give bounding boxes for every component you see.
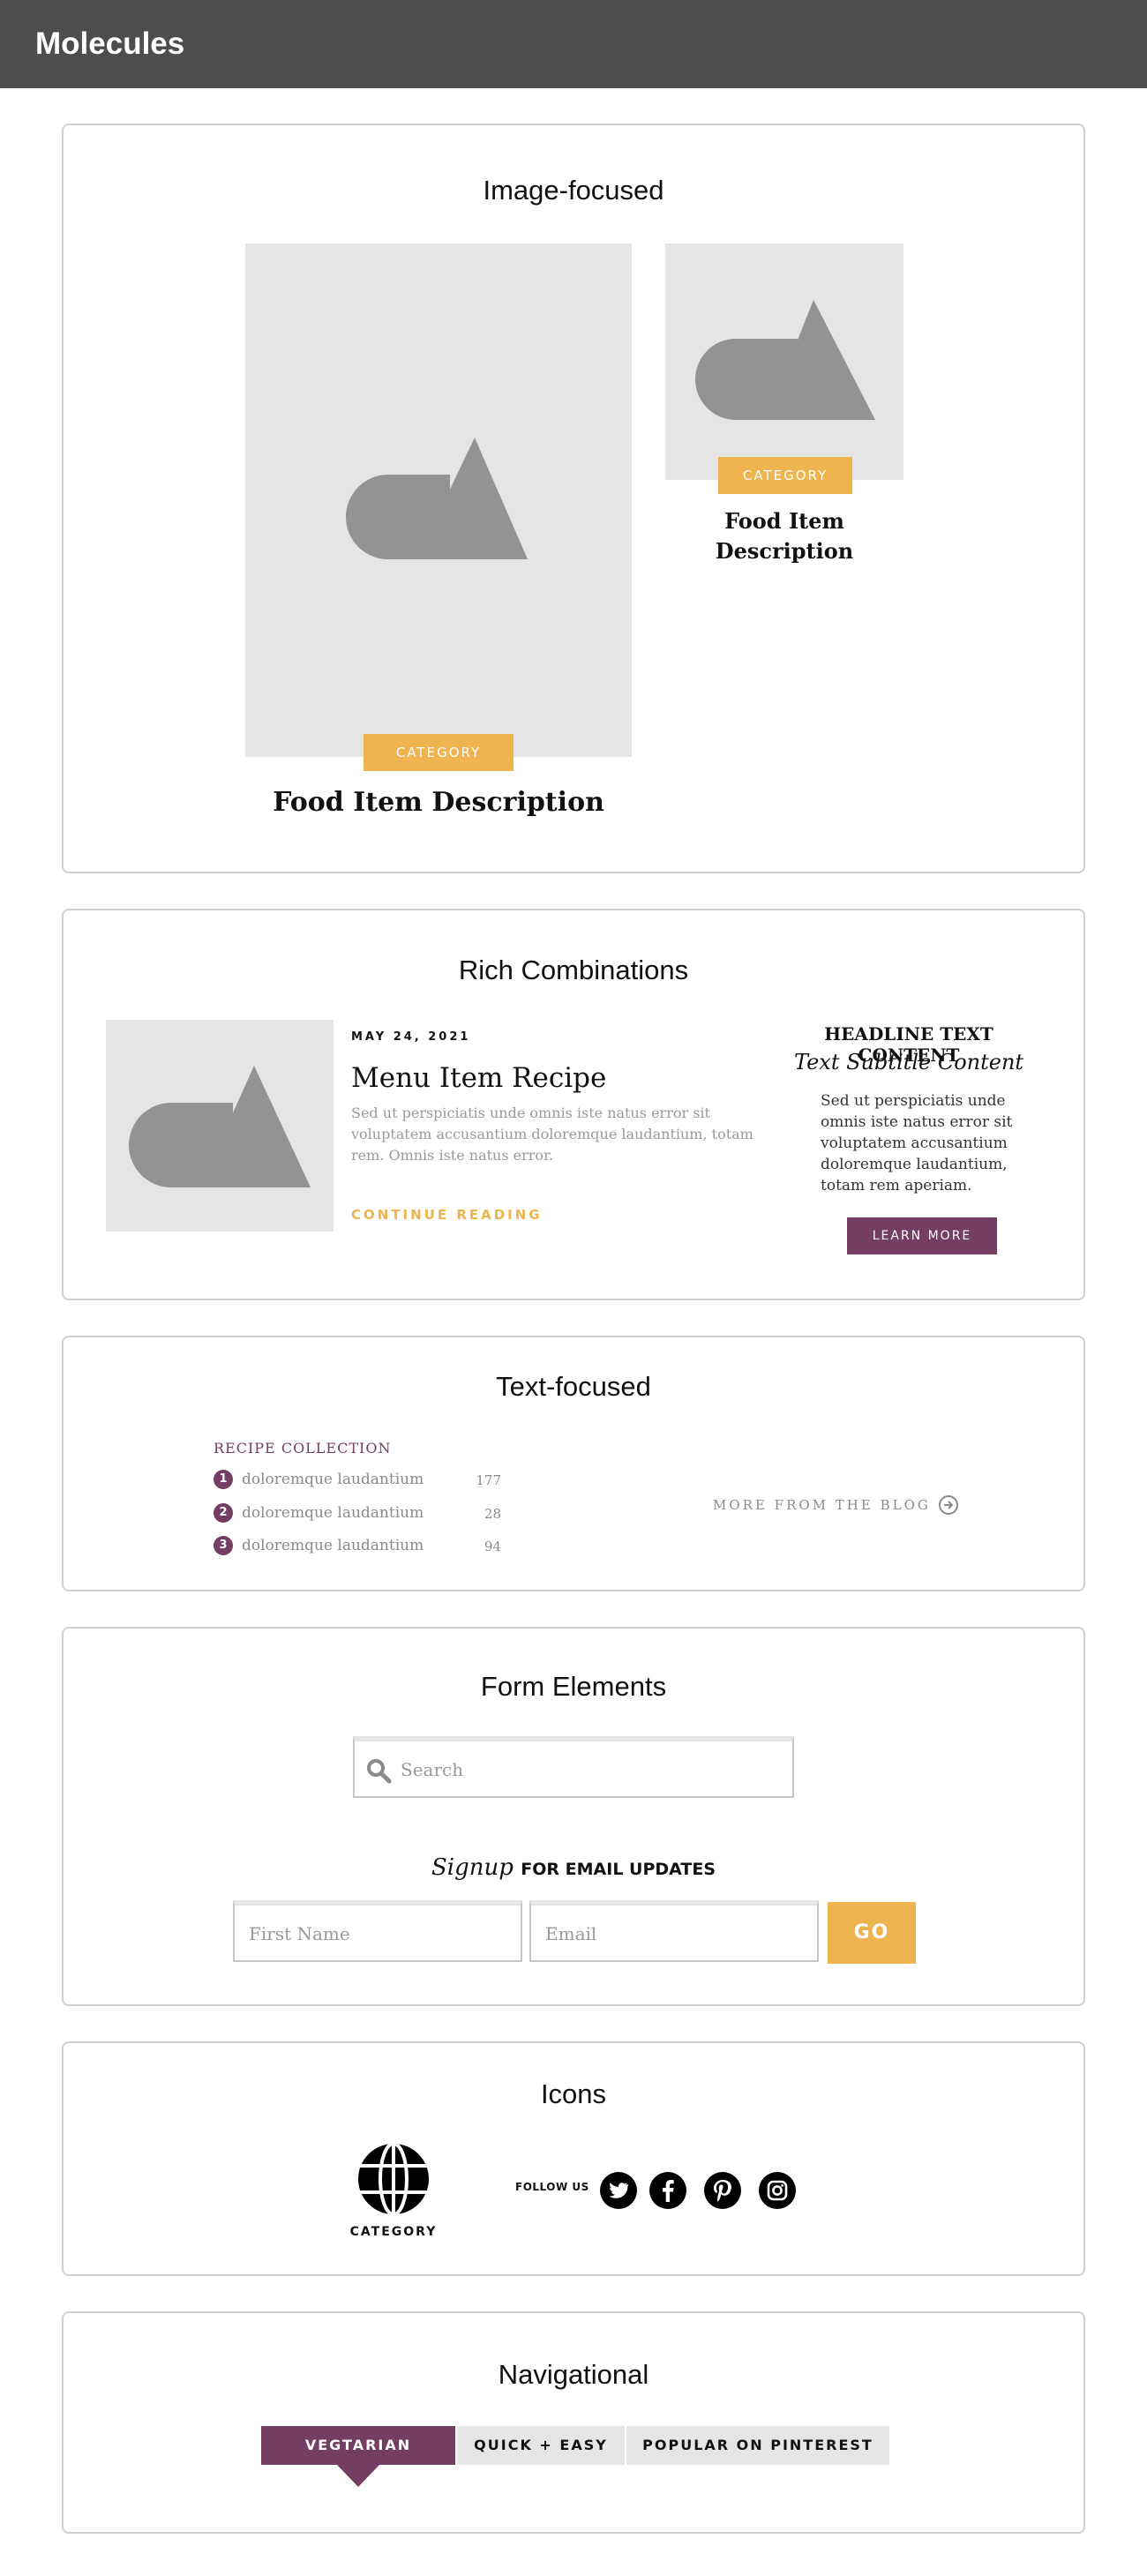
rich-combinations-panel: Rich Combinations MAY 24, 2021 Menu Item… — [62, 909, 1085, 1300]
promo-subtitle: Text Subtitle Content — [793, 1050, 1024, 1075]
category-icon-label: CATEGORY — [349, 2225, 438, 2239]
post-title[interactable]: Menu Item Recipe — [351, 1062, 606, 1094]
list-item-count: 28 — [484, 1506, 501, 1522]
post-image-placeholder[interactable] — [106, 1020, 334, 1232]
image-placeholder-icon — [346, 438, 528, 559]
promo-body-line4: doloremque laudantium, — [821, 1156, 1008, 1173]
form-elements-panel: Form Elements Search Signup FOR EMAIL UP… — [62, 1627, 1085, 2006]
learn-more-button[interactable]: LEARN MORE — [847, 1217, 997, 1254]
facebook-icon[interactable] — [649, 2172, 686, 2209]
category-tab-bar: VEGTARIAN QUICK + EASY POPULAR ON PINTER… — [261, 2426, 889, 2488]
small-card-title-line2[interactable]: Description — [665, 538, 903, 564]
go-button[interactable]: GO — [828, 1902, 916, 1964]
post-excerpt-line3: rem. Omnis iste natus error. — [351, 1147, 554, 1164]
email-placeholder: Email — [545, 1923, 597, 1944]
more-from-blog-link[interactable]: MORE FROM THE BLOG — [713, 1494, 959, 1517]
first-name-placeholder: First Name — [249, 1923, 350, 1944]
small-card-image-placeholder — [665, 243, 903, 480]
navigational-title: Navigational — [498, 2359, 649, 2390]
email-field[interactable]: Email — [529, 1900, 819, 1962]
list-item-count: 94 — [484, 1539, 501, 1554]
search-icon — [367, 1759, 392, 1784]
image-focused-panel: Image-focused CATEGORY Food Item Descrip… — [62, 124, 1085, 873]
instagram-icon[interactable] — [759, 2172, 796, 2209]
tab-vegtarian[interactable]: VEGTARIAN — [261, 2426, 455, 2465]
list-number-badge: 2 — [214, 1503, 233, 1523]
signup-script-text: Signup — [431, 1854, 514, 1881]
list-item-label: doloremque laudantium — [242, 1537, 424, 1554]
small-card-category-badge[interactable]: CATEGORY — [718, 457, 852, 494]
small-card-title-line1[interactable]: Food Item — [665, 508, 903, 534]
globe-icon — [358, 2144, 429, 2214]
post-date: MAY 24, 2021 — [351, 1030, 471, 1044]
icons-panel: Icons CATEGORY FOLLOW US — [62, 2041, 1085, 2276]
search-placeholder: Search — [401, 1759, 464, 1780]
tab-popular-on-pinterest[interactable]: POPULAR ON PINTEREST — [626, 2426, 889, 2465]
first-name-field[interactable]: First Name — [233, 1900, 522, 1962]
rich-combinations-title: Rich Combinations — [458, 955, 689, 985]
promo-body-line1: Sed ut perspiciatis unde — [821, 1092, 1006, 1110]
navigational-panel: Navigational VEGTARIAN QUICK + EASY POPU… — [62, 2311, 1085, 2534]
form-elements-title: Form Elements — [480, 1671, 667, 1702]
signup-heading: Signup FOR EMAIL UPDATES — [64, 1854, 1083, 1881]
promo-body-line2: omnis iste natus error sit — [821, 1113, 1013, 1131]
active-tab-indicator — [336, 2464, 380, 2487]
search-input[interactable]: Search — [353, 1736, 794, 1798]
large-card-category-badge[interactable]: CATEGORY — [364, 734, 514, 771]
list-item-count: 177 — [476, 1472, 501, 1488]
twitter-icon[interactable] — [600, 2172, 637, 2209]
promo-body-line5: totam rem aperiam. — [821, 1177, 972, 1194]
list-item-label: doloremque laudantium — [242, 1504, 424, 1522]
page-title: Molecules — [35, 26, 185, 61]
list-item-label: doloremque laudantium — [242, 1471, 424, 1488]
image-placeholder-icon — [129, 1066, 311, 1187]
follow-us-label: FOLLOW US — [515, 2181, 589, 2193]
recipe-collection-title: RECIPE COLLECTION — [214, 1440, 392, 1456]
arrow-circle-right-icon — [939, 1495, 959, 1515]
pinterest-icon[interactable] — [704, 2172, 741, 2209]
continue-reading-link[interactable]: CONTINUE READING — [351, 1207, 543, 1223]
list-number-badge: 1 — [214, 1470, 233, 1489]
list-number-badge: 3 — [214, 1536, 233, 1555]
signup-caption: FOR EMAIL UPDATES — [521, 1860, 716, 1879]
more-from-blog-label: MORE FROM THE BLOG — [713, 1497, 931, 1513]
large-card-image-placeholder — [245, 243, 632, 757]
tab-quick-easy[interactable]: QUICK + EASY — [457, 2426, 625, 2465]
text-focused-panel: Text-focused RECIPE COLLECTION 1 dolorem… — [62, 1336, 1085, 1591]
post-excerpt-line1: Sed ut perspiciatis unde omnis iste natu… — [351, 1105, 710, 1121]
image-focused-title: Image-focused — [483, 175, 664, 206]
image-placeholder-icon — [695, 300, 875, 420]
text-focused-title: Text-focused — [496, 1371, 651, 1402]
icons-title: Icons — [540, 2078, 607, 2109]
large-card-title[interactable]: Food Item Description — [245, 787, 632, 818]
top-bar: Molecules — [0, 0, 1147, 88]
post-excerpt-line2: voluptatem accusantium doloremque laudan… — [351, 1126, 753, 1142]
promo-body-line3: voluptatem accusantium — [821, 1134, 1008, 1152]
